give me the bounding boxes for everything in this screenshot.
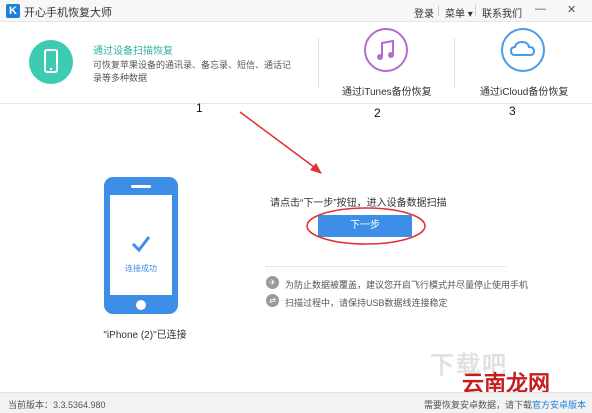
device-illustration: 连接成功 [104, 177, 178, 314]
connection-status: 连接成功 [125, 264, 157, 273]
airplane-icon: ✈ [266, 276, 279, 289]
device-name: "iPhone (2)"已连接 [103, 330, 187, 341]
tips-divider [266, 266, 506, 267]
status-bar: 当前版本：3.3.5364.980 需要恢复安卓数据，请下载官方安卓版本 [0, 392, 592, 413]
android-download-hint: 需要恢复安卓数据，请下载官方安卓版本 [424, 398, 586, 411]
version-label: 当前版本：3.3.5364.980 [8, 400, 106, 410]
android-download-link[interactable]: 官方安卓版本 [532, 400, 586, 410]
tip-text: 扫描过程中，请保持USB数据线连接稳定 [285, 298, 448, 308]
phone-speaker [131, 185, 151, 188]
phone-screen: 连接成功 [110, 195, 172, 295]
phone-home-button [136, 300, 146, 310]
tip-text: 为防止数据被覆盖，建议您开启飞行模式并尽量停止使用手机 [285, 280, 529, 290]
checkmark-icon [131, 236, 151, 253]
usb-icon: ⇄ [266, 294, 279, 307]
annotation-ellipse [306, 207, 426, 245]
android-hint-text: 需要恢复安卓数据，请下载 [423, 400, 532, 410]
